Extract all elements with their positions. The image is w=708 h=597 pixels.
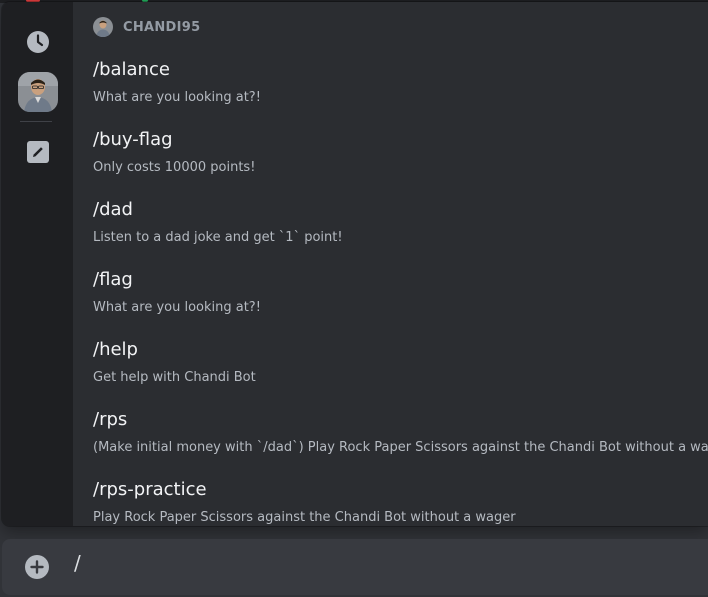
- message-composer[interactable]: /: [2, 539, 708, 595]
- slash-command-popup: CHANDI95 /balance What are you looking a…: [2, 2, 708, 526]
- app-rail: [2, 2, 73, 526]
- rail-divider: [20, 121, 52, 122]
- command-item-flag[interactable]: /flag What are you looking at?!: [73, 269, 708, 335]
- section-title: CHANDI95: [123, 19, 201, 35]
- command-name: /flag: [93, 269, 133, 290]
- command-name: /rps-practice: [93, 479, 207, 500]
- command-name: /dad: [93, 199, 133, 220]
- add-attachment-button[interactable]: [25, 555, 49, 579]
- command-item-rps-practice[interactable]: /rps-practice Play Rock Paper Scissors a…: [73, 479, 708, 526]
- command-description: Listen to a dad joke and get `1` point!: [93, 230, 343, 245]
- command-name: /balance: [93, 59, 170, 80]
- command-description: Get help with Chandi Bot: [93, 370, 256, 385]
- command-description: What are you looking at?!: [93, 300, 261, 315]
- rail-item-recent[interactable]: [18, 22, 58, 62]
- command-item-help[interactable]: /help Get help with Chandi Bot: [73, 339, 708, 405]
- bot-avatar: [18, 72, 58, 112]
- plus-circle-icon: [30, 560, 44, 574]
- command-item-rps[interactable]: /rps (Make initial money with `/dad`) Pl…: [73, 409, 708, 475]
- clock-icon: [27, 31, 49, 53]
- command-description: Play Rock Paper Scissors against the Cha…: [93, 510, 516, 525]
- discord-window: CHANDI95 /balance What are you looking a…: [0, 0, 708, 597]
- command-name: /rps: [93, 409, 128, 430]
- rail-item-bot-app[interactable]: [18, 72, 58, 112]
- command-item-buy-flag[interactable]: /buy-flag Only costs 10000 points!: [73, 129, 708, 195]
- command-description: What are you looking at?!: [93, 90, 261, 105]
- command-list: CHANDI95 /balance What are you looking a…: [73, 2, 708, 526]
- command-item-balance[interactable]: /balance What are you looking at?!: [73, 59, 708, 125]
- command-description: Only costs 10000 points!: [93, 160, 256, 175]
- rail-item-built-in[interactable]: [18, 132, 58, 172]
- command-name: /buy-flag: [93, 129, 173, 150]
- section-header: CHANDI95: [93, 16, 200, 38]
- command-item-dad[interactable]: /dad Listen to a dad joke and get `1` po…: [73, 199, 708, 265]
- bot-avatar-small: [93, 17, 113, 37]
- command-name: /help: [93, 339, 138, 360]
- bot-avatar-icon: [93, 17, 113, 37]
- pencil-icon: [27, 141, 49, 163]
- command-description: (Make initial money with `/dad`) Play Ro…: [93, 440, 708, 455]
- message-input[interactable]: /: [74, 551, 81, 575]
